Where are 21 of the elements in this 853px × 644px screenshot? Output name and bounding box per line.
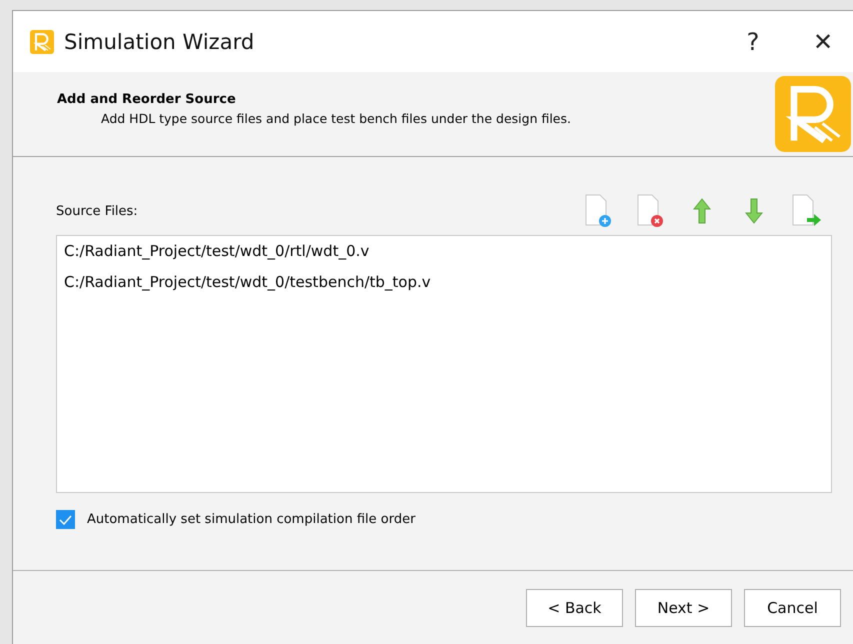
dialog-button[interactable]: < Back [526, 588, 623, 626]
file-item[interactable]: C:/Radiant_Project/test/wdt_0/testbench/tb_top.v [64, 272, 824, 303]
checkbox[interactable] [56, 510, 75, 529]
page-title: Add and Reorder Source [57, 92, 237, 107]
add-file-icon [583, 194, 613, 228]
window-title: Simulation Wizard [64, 30, 256, 54]
dialog-button[interactable]: Cancel [744, 588, 841, 626]
app-logo-icon [30, 30, 54, 54]
arrow-down-icon [745, 198, 763, 224]
source-files-label: Source Files: [56, 204, 138, 218]
export-file-icon [790, 194, 822, 228]
page-subtitle: Add HDL type source files and place test bench files under the design files. [100, 111, 571, 126]
close-button[interactable]: ✕ [793, 22, 853, 62]
check-icon [59, 514, 72, 524]
file-item[interactable]: C:/Radiant_Project/test/wdt_0/rtl/wdt_0.v [64, 241, 824, 272]
arrow-up-icon [693, 198, 711, 224]
export-button[interactable] [790, 194, 822, 228]
help-button[interactable]: ? [723, 22, 783, 62]
checkbox-label: Automatically set simulation compilation file order [87, 512, 416, 527]
remove-file-icon [635, 194, 665, 228]
dialog-button[interactable]: Next > [635, 588, 732, 626]
